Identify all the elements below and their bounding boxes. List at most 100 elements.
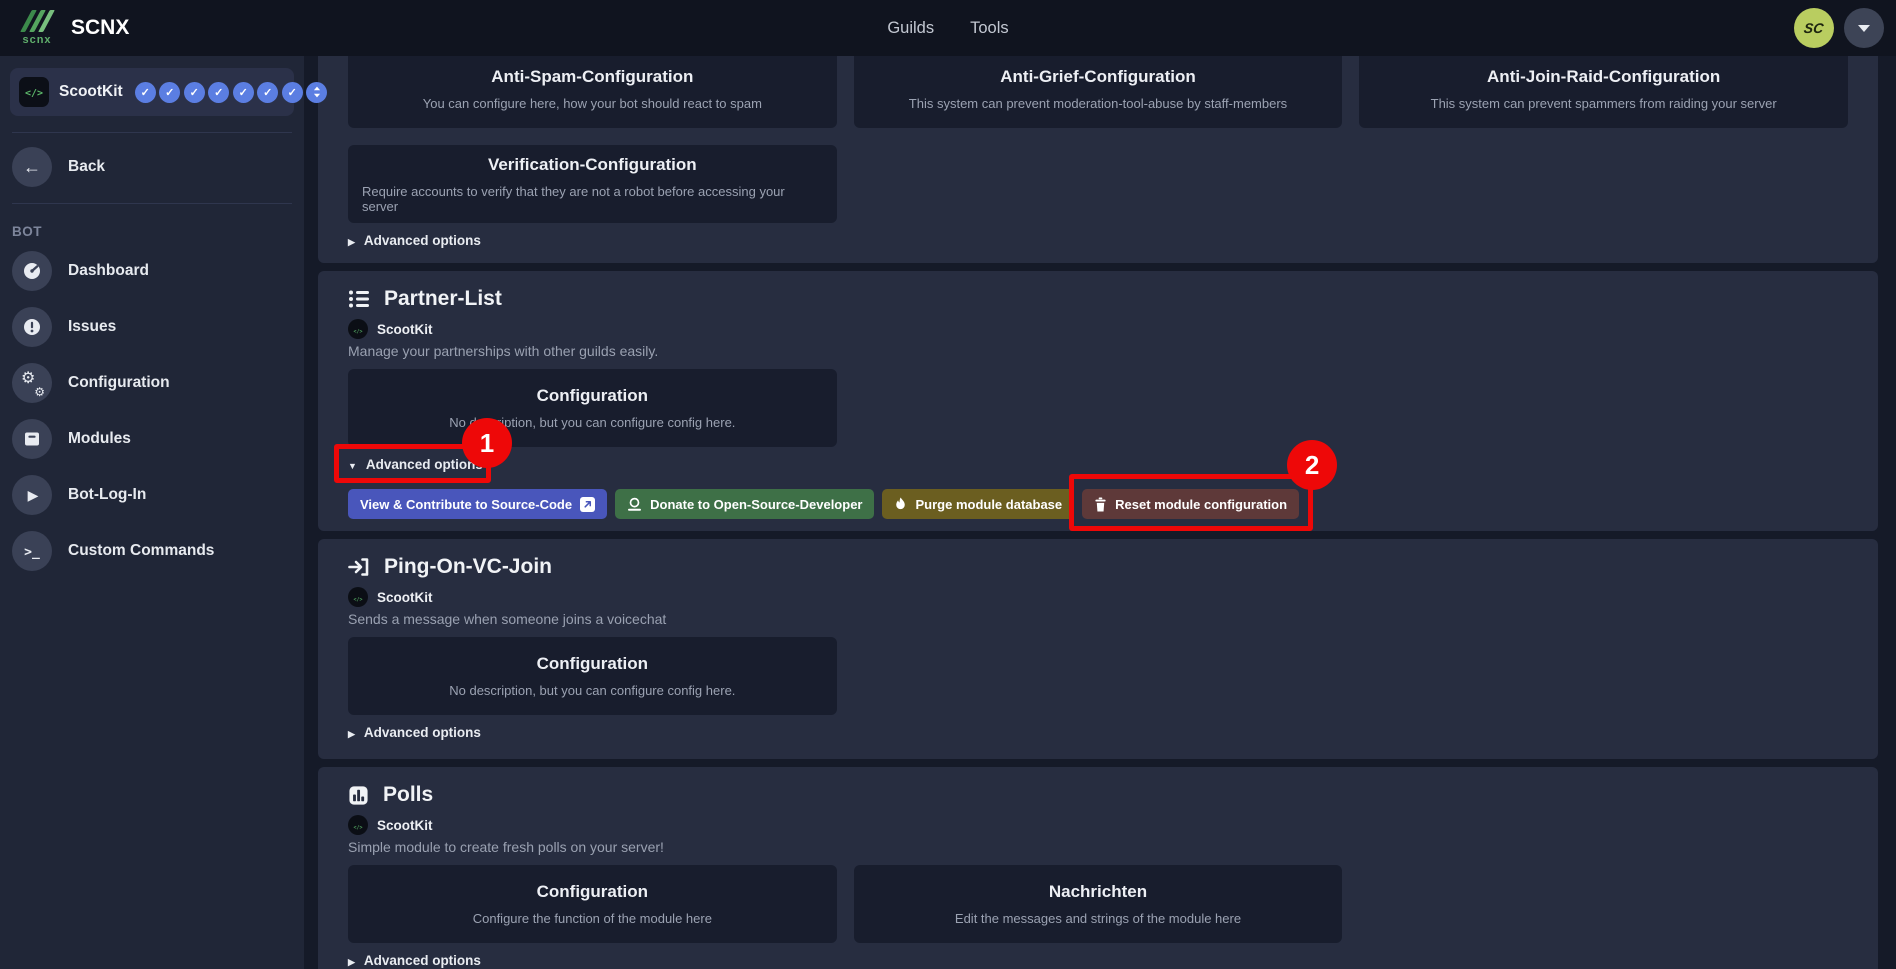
section-description: Manage your partnerships with other guil… — [348, 343, 1848, 359]
verified-badge-icon — [233, 82, 254, 103]
dashboard-icon — [12, 251, 52, 291]
section-description: Simple module to create fresh polls on y… — [348, 839, 1848, 855]
sidebar: ScootKit Back BOT Dashboard Issues — [0, 56, 304, 969]
nav-link-guilds[interactable]: Guilds — [887, 19, 934, 38]
card-description: You can configure here, how your bot sho… — [423, 96, 762, 111]
config-card-partner-configuration[interactable]: Configuration No description, but you ca… — [348, 369, 837, 447]
config-card-anti-spam[interactable]: Anti-Spam-Configuration You can configur… — [348, 56, 837, 128]
scootkit-avatar — [348, 319, 368, 339]
top-navbar: scnx SCNX Guilds Tools SC — [0, 0, 1896, 56]
triangle-down-icon — [348, 457, 357, 472]
button-label: Purge module database — [915, 497, 1062, 512]
play-icon — [12, 475, 52, 515]
card-description: Require accounts to verify that they are… — [362, 184, 823, 214]
arrow-left-icon — [12, 147, 52, 187]
card-description: Edit the messages and strings of the mod… — [955, 911, 1241, 926]
box-icon — [12, 419, 52, 459]
purge-database-button[interactable]: Purge module database — [882, 489, 1074, 519]
back-button[interactable]: Back — [0, 147, 304, 187]
card-title: Configuration — [537, 882, 648, 902]
advanced-options-label: Advanced options — [364, 953, 481, 968]
advanced-buttons-row: View & Contribute to Source-Code Donate … — [348, 489, 1848, 519]
button-label: Donate to Open-Source-Developer — [650, 497, 862, 512]
scnx-logo-icon: scnx — [16, 10, 58, 46]
server-badges — [135, 82, 328, 103]
sidebar-item-label: Issues — [68, 318, 116, 336]
button-label: View & Contribute to Source-Code — [360, 497, 572, 512]
sidebar-item-label: Dashboard — [68, 262, 149, 280]
advanced-options-label: Advanced options — [364, 233, 481, 248]
advanced-options-toggle-polls[interactable]: Advanced options — [348, 951, 481, 969]
config-card-polls-nachrichten[interactable]: Nachrichten Edit the messages and string… — [854, 865, 1343, 943]
main-content: Anti-Spam-Configuration You can configur… — [304, 56, 1896, 969]
triangle-right-icon — [348, 953, 355, 968]
issue-icon — [12, 307, 52, 347]
sign-in-icon — [348, 556, 370, 578]
module-section-top: Anti-Spam-Configuration You can configur… — [318, 56, 1878, 263]
section-description: Sends a message when someone joins a voi… — [348, 611, 1848, 627]
config-card-verification[interactable]: Verification-Configuration Require accou… — [348, 145, 837, 223]
reset-module-configuration-button[interactable]: Reset module configuration — [1082, 489, 1299, 519]
module-owner: ScootKit — [377, 818, 433, 833]
sidebar-item-label: Modules — [68, 430, 131, 448]
config-card-polls-configuration[interactable]: Configuration Configure the function of … — [348, 865, 837, 943]
button-label: Reset module configuration — [1115, 497, 1287, 512]
sidebar-item-modules[interactable]: Modules — [0, 419, 304, 459]
advanced-options-toggle-ping[interactable]: Advanced options — [348, 723, 481, 741]
module-section-partner-list: Partner-List ScootKit Manage your partne… — [318, 271, 1878, 531]
card-description: Configure the function of the module her… — [473, 911, 712, 926]
config-card-anti-grief[interactable]: Anti-Grief-Configuration This system can… — [854, 56, 1343, 128]
brand-home-link[interactable]: scnx SCNX — [16, 10, 129, 46]
card-title: Verification-Configuration — [488, 155, 697, 175]
logo-stripes-icon — [26, 10, 49, 32]
sidebar-item-custom-commands[interactable]: Custom Commands — [0, 531, 304, 571]
config-card-ping-configuration[interactable]: Configuration No description, but you ca… — [348, 637, 837, 715]
server-name: ScootKit — [59, 83, 123, 101]
sidebar-item-dashboard[interactable]: Dashboard — [0, 251, 304, 291]
advanced-options-toggle-top[interactable]: Advanced options — [348, 231, 481, 249]
section-title: Partner-List — [384, 287, 502, 311]
module-owner: ScootKit — [377, 322, 433, 337]
section-title: Polls — [383, 783, 433, 807]
external-link-icon — [580, 497, 595, 512]
verified-badge-icon — [159, 82, 180, 103]
user-menu-button[interactable] — [1844, 8, 1884, 48]
verified-badge-icon — [208, 82, 229, 103]
server-selector[interactable]: ScootKit — [10, 68, 294, 116]
donate-button[interactable]: Donate to Open-Source-Developer — [615, 489, 874, 519]
triangle-right-icon — [348, 725, 355, 740]
navbar-right: SC — [1794, 8, 1884, 48]
user-avatar[interactable]: SC — [1794, 8, 1834, 48]
sidebar-item-bot-log-in[interactable]: Bot-Log-In — [0, 475, 304, 515]
brand-name: SCNX — [71, 16, 129, 40]
scootkit-avatar — [348, 815, 368, 835]
sidebar-item-issues[interactable]: Issues — [0, 307, 304, 347]
chevron-down-icon — [1858, 25, 1870, 32]
view-source-code-button[interactable]: View & Contribute to Source-Code — [348, 489, 607, 519]
sidebar-item-configuration[interactable]: Configuration — [0, 363, 304, 403]
gears-icon — [12, 363, 52, 403]
back-label: Back — [68, 158, 105, 176]
sidebar-item-label: Custom Commands — [68, 542, 214, 560]
section-title: Ping-On-VC-Join — [384, 555, 552, 579]
card-title: Anti-Grief-Configuration — [1000, 67, 1195, 87]
nav-link-tools[interactable]: Tools — [970, 19, 1009, 38]
triangle-right-icon — [348, 233, 355, 248]
sidebar-item-label: Bot-Log-In — [68, 486, 146, 504]
card-title: Configuration — [537, 386, 648, 406]
poll-icon — [348, 785, 369, 806]
server-icon — [19, 77, 49, 107]
divider — [12, 132, 292, 133]
verified-badge-icon — [135, 82, 156, 103]
card-description: No description, but you can configure co… — [449, 683, 735, 698]
advanced-options-label: Advanced options — [366, 457, 483, 472]
config-card-anti-join-raid[interactable]: Anti-Join-Raid-Configuration This system… — [1359, 56, 1848, 128]
logo-subtext: scnx — [22, 34, 51, 46]
sort-badge-icon — [306, 82, 327, 103]
advanced-options-toggle-partner[interactable]: Advanced options 1 — [348, 455, 483, 473]
module-owner: ScootKit — [377, 590, 433, 605]
list-icon — [348, 288, 370, 310]
divider — [12, 203, 292, 204]
verified-badge-icon — [282, 82, 303, 103]
module-section-polls: Polls ScootKit Simple module to create f… — [318, 767, 1878, 969]
